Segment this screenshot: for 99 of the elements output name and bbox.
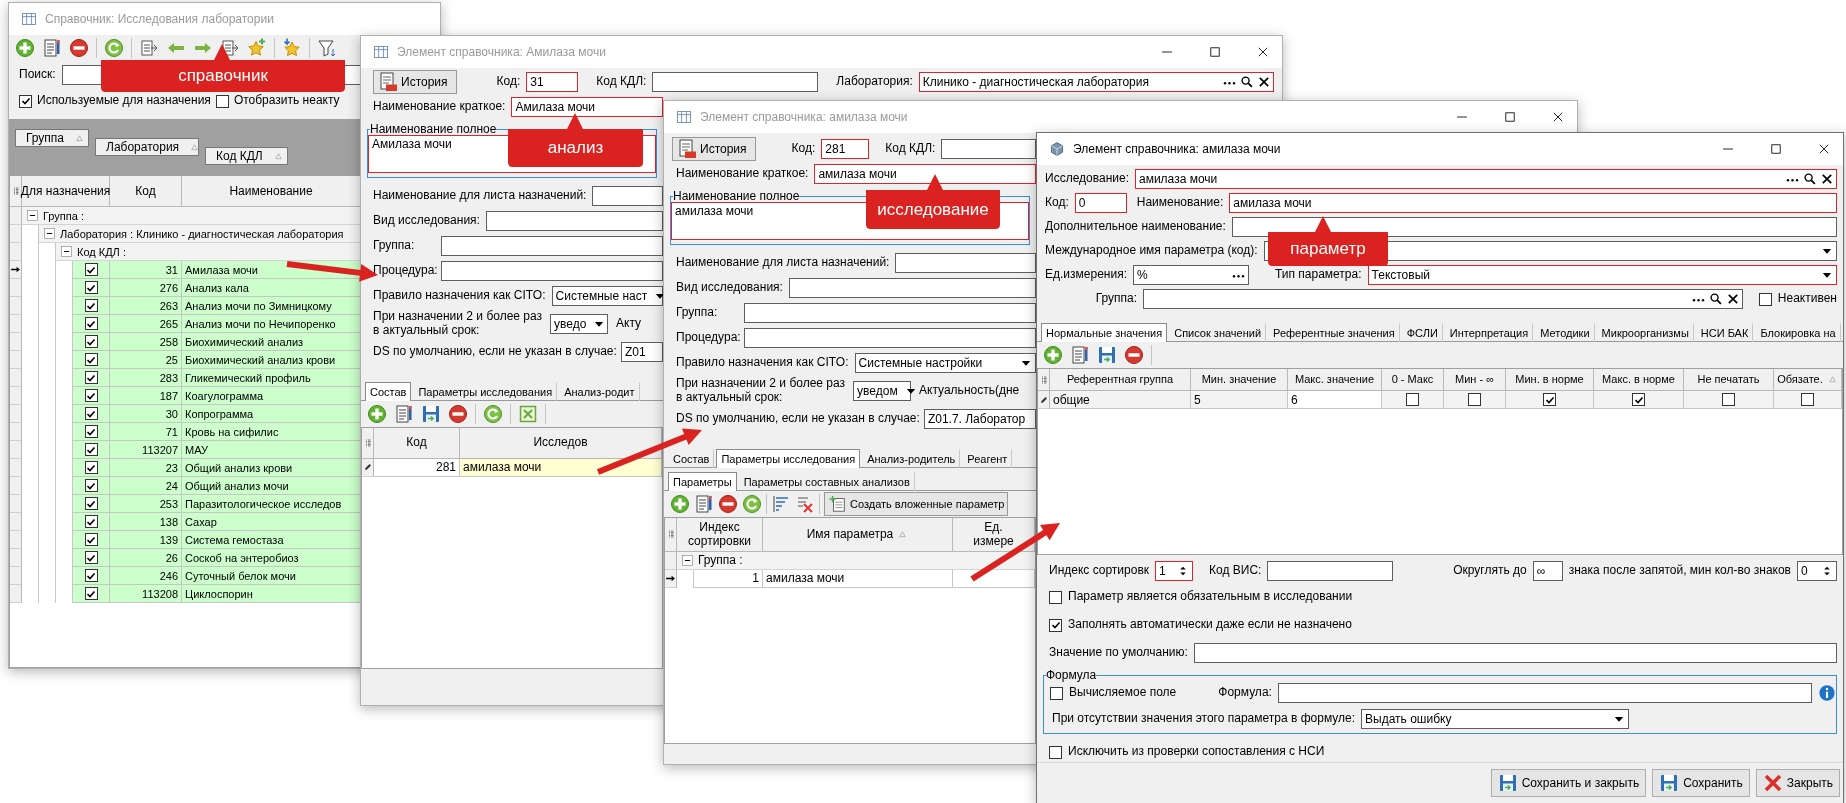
field-label: Код: [496,75,521,89]
table-cell: Кровь на сифилис [182,423,361,441]
field-label: Вид исследования: [373,214,480,228]
table-cell: общие [1050,391,1191,409]
table-cell: Копрограмма [182,405,361,423]
table-cell: Соскоб на энтеробиоз [182,549,361,567]
field-label: Значение по умолчанию: [1049,646,1188,660]
field-label: Акту [616,316,642,331]
table-cell: 5 [1191,391,1288,409]
field-label: При назначении 2 и более раз в актуальный срок: [676,377,846,405]
field-label: Индекс сортировк [1049,564,1150,578]
field-label: Международное имя параметра (код): [1045,244,1258,258]
field-label: Актуальность(дне [919,383,1020,398]
table-cell: Анализ мочи по Нечипоренко [182,315,361,333]
field-label: Код ВИС: [1209,564,1262,578]
table-cell: Биохимический анализ крови [182,351,361,369]
table-cell: Гликемический профиль [182,369,361,387]
table-cell: 139 [110,531,182,549]
table-cell: Анализ кала [182,279,361,297]
table-cell: 263 [110,297,182,315]
field-label: Наименование для листа назначений: [676,256,890,270]
table-cell: 253 [110,495,182,513]
table-cell: 138 [110,513,182,531]
group-box-title: Наименование полное [673,190,800,202]
table-cell: Общий анализ крови [182,459,361,477]
checkbox-label: Исключить из проверки сопоставления с НСИ [1068,745,1325,759]
field-label: Дополнительное наименование: [1045,220,1226,234]
field-label: Процедура: [676,331,738,345]
table-cell: 1 [694,569,763,588]
field-label: Код КДЛ: [885,142,936,156]
table-cell: Паразитологическое исследов [182,495,361,513]
field-label: Группа: [1094,292,1137,306]
field-label: знака после запятой, мин кол-во знаков [1568,564,1791,578]
field-label: Правило назначения как CITO: [676,356,849,370]
table-cell: 26 [110,549,182,567]
table-cell: 258 [110,333,182,351]
table-cell: Анализ мочи по Зимницкому [182,297,361,315]
table-cell: Система гемостаза [182,531,361,549]
table-cell: 31 [110,261,182,279]
table-cell: 283 [110,369,182,387]
field-label: Правило назначения как CITO: [373,289,546,303]
table-cell: 6 [1288,391,1382,409]
group-label: Лаборатория : Клинико - диагностическая лаборатория [60,227,344,240]
field-label: Код КДЛ: [596,75,647,89]
field-label: Наименование краткое: [676,167,809,181]
field-label: Группа: [676,306,719,320]
field-label: Вид исследования: [676,281,783,295]
table-cell: 276 [110,279,182,297]
group-box-title: Наименование полное [370,123,497,135]
table-cell: 71 [110,423,182,441]
field-label: Наименование: [1136,196,1224,210]
field-label: Код: [1045,196,1069,210]
group-box-title: Формула [1046,669,1097,681]
window-title: Элемент справочника: амилаза мочи [700,110,909,124]
checkbox-label: Используемые для назначения [37,94,211,108]
table-cell: 187 [110,387,182,405]
field-label: DS по умолчанию, если не указан в случае: [373,344,617,359]
table-cell: 25 [110,351,182,369]
field-label: Тип параметра: [1275,268,1362,282]
field-label: Наименование краткое: [373,100,506,114]
table-cell: 24 [110,477,182,495]
window-title: Справочник: Исследования лаборатории [45,12,275,26]
field-label: Лаборатория: [836,75,913,89]
group-label: Группа : [698,553,743,568]
field-label: Ед.измерения: [1045,268,1127,282]
field-label: Поиск: [19,68,56,82]
table-cell: 113208 [110,585,182,603]
group-label: Группа : [43,209,84,222]
group-label: Код КДЛ : [77,245,126,258]
field-label: Группа: [373,239,416,253]
checkbox-label: Вычисляемое поле [1069,686,1177,700]
field-label: При отсутствии значения этого параметра в формуле: [1052,712,1355,726]
checkbox-label: Заполнять автоматически даже если не назначено [1068,618,1352,632]
table-cell: 30 [110,405,182,423]
field-label: Процедура: [373,264,435,278]
table-cell: МАУ [182,441,361,459]
table-cell: 113207 [110,441,182,459]
table-cell: Циклоспорин [182,585,361,603]
field-label: Округлять до [1453,564,1527,578]
field-label: DS по умолчанию, если не указан в случае: [676,411,920,426]
window-title: Элемент справочника: Амилаза мочи [397,45,607,59]
checkbox-label: Параметр является обязательным в исследовании [1068,590,1353,604]
field-label: Формула: [1218,686,1272,700]
table-cell: 246 [110,567,182,585]
table-cell: Суточный белок мочи [182,567,361,585]
field-label: Исследование: [1045,172,1129,186]
field-label: Наименование для листа назначений: [373,189,587,203]
table-cell: Коагулограмма [182,387,361,405]
checkbox-label: Отобразить неакту [233,94,340,108]
field-label: При назначении 2 и более раз в актуальный срок: [373,310,543,338]
table-cell: амилаза мочи [763,569,953,588]
window-title: Элемент справочника: амилаза мочи [1073,142,1282,156]
table-cell: 265 [110,315,182,333]
table-cell: Биохимический анализ [182,333,361,351]
table-cell: 23 [110,459,182,477]
table-cell: Сахар [182,513,361,531]
field-label: Код: [791,142,816,156]
table-cell: Общий анализ мочи [182,477,361,495]
checkbox-label: Неактивен [1777,292,1837,306]
